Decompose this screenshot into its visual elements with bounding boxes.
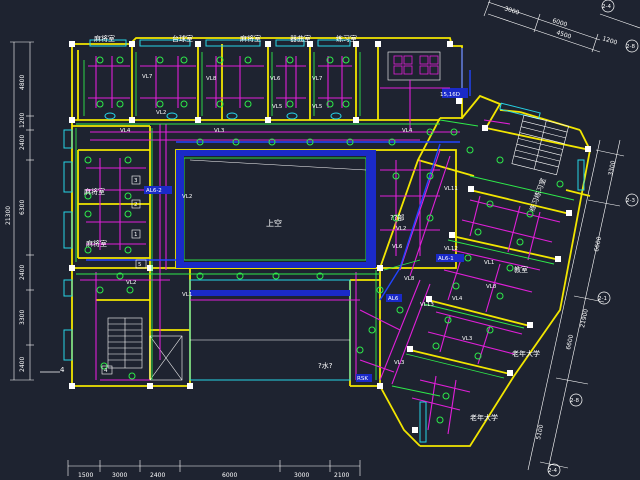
line-label-23: VL1 [182,292,192,298]
room-label-lower-small: ?水? [318,361,333,370]
line-label-17: VL8 [486,284,497,290]
room-label-right-mid: 教室 [514,265,528,274]
line-label-16: VL1 [484,260,494,266]
line-label-2: VL8 [206,76,217,82]
dim-bottom-2: 3000 [112,472,127,479]
dim-left-6: 3300 [19,310,26,325]
dim-bottom-5: 3000 [294,472,309,479]
dim-left-total: 21300 [5,206,12,225]
room-label-right-bottom: 老年大学 [470,413,498,422]
line-label-1: VL7 [142,74,153,80]
windows [63,39,585,443]
line-label-15: VL12 [444,246,458,252]
line-label-5: VL2 [156,110,166,116]
line-label-10: VL2 [182,194,192,200]
stair-right [511,114,569,176]
line-label-9: VL3 [214,128,225,134]
panel-label-al6: AL6 [388,296,399,302]
line-label-6: VL5 [272,104,283,110]
line-label-12: VL11 [444,186,458,192]
dim-bottom-3: 2400 [150,472,165,479]
axis-label-r-3: 2-8 [570,398,579,404]
line-label-11: VL4 [402,128,413,134]
dim-left-4: 6300 [19,200,26,215]
line-label-22: VL3 [394,360,405,366]
dim-bottom-1: 1500 [78,472,93,479]
panel-label-al6-1: AL6-1 [438,256,454,262]
room-label-top-1: 麻将室 [94,34,115,43]
axis-label-tr-a: 2-4 [602,4,611,10]
atrium-void [176,150,376,268]
dim-r-total: 21900 [579,308,590,328]
ceiling-fans [104,112,342,120]
dim-tr-4: 1200 [601,35,618,46]
dim-left-7: 2400 [19,357,26,372]
room-label-top-4: 器曲室 [290,34,311,43]
line-label-7: VL5 [312,104,323,110]
room-label-top-3: 麻将室 [240,34,261,43]
dim-bottom-6: 2100 [334,472,349,479]
line-label-19: VL13 [420,302,434,308]
dim-left-3: 2400 [19,135,26,150]
drawing-canvas: 4800 1200 2400 6300 21300 2400 3300 2400… [0,0,640,480]
junction-label-5: 4 [104,368,108,374]
line-label-20: VL4 [452,296,463,302]
axis-label-r-2: 2-1 [598,296,607,302]
room-label-top-2: 台球室 [172,34,193,43]
room-label-top-5: 练习室 [336,34,357,43]
room-label-center-right: ??部 [390,213,404,222]
line-label-21: VL3 [462,336,473,342]
dim-left-1: 4800 [19,75,26,90]
dim-tr-1: 3000 [503,5,520,16]
junction-label-2: 2 [134,202,138,208]
room-label-left-upper: 麻将室 [84,187,105,196]
section-marker-label: 4 [60,366,65,374]
panel-label-al6-2: AL6-2 [146,188,162,194]
axis-label-r-1: 2-3 [626,198,635,204]
dim-left-2: 1200 [19,113,26,128]
junction-label-4: 5 [138,262,142,268]
structural-columns [69,41,591,433]
dim-tr-3: 4500 [555,29,572,40]
panel-label-sb: 15,16D [440,92,460,98]
axis-label-tr-b: 2-8 [626,44,635,50]
dim-r-3: 6600 [565,334,575,351]
line-label-13: VL2 [396,226,406,232]
dim-bottom-4: 6000 [222,472,237,479]
room-label-left-lower: 麻将室 [86,239,107,248]
line-label-18: VL8 [404,276,415,282]
dim-tr-2: 6000 [551,17,568,28]
room-label-atrium: 上空 [266,218,282,228]
room-label-right-lower: 老年大学 [512,349,540,358]
elevator-shaft [149,335,183,381]
dim-left-5: 2400 [19,265,26,280]
axis-label-br: 2-4 [548,468,557,474]
dim-r-1: 3300 [607,160,617,177]
line-label-8: VL4 [120,128,131,134]
line-label-24: VL2 [126,280,136,286]
dim-r-4: 5100 [535,424,545,441]
line-label-14: VL6 [392,244,403,250]
line-label-3: VL6 [270,76,281,82]
dim-r-2: 6600 [593,236,603,253]
junction-label-3: 1 [134,232,138,238]
junction-label-1: 3 [134,178,138,184]
stair-left [107,317,143,369]
panel-label-rsk: RSK [357,376,368,382]
line-label-4: VL7 [312,76,323,82]
floor-plan: 4800 1200 2400 6300 21300 2400 3300 2400… [5,0,640,479]
